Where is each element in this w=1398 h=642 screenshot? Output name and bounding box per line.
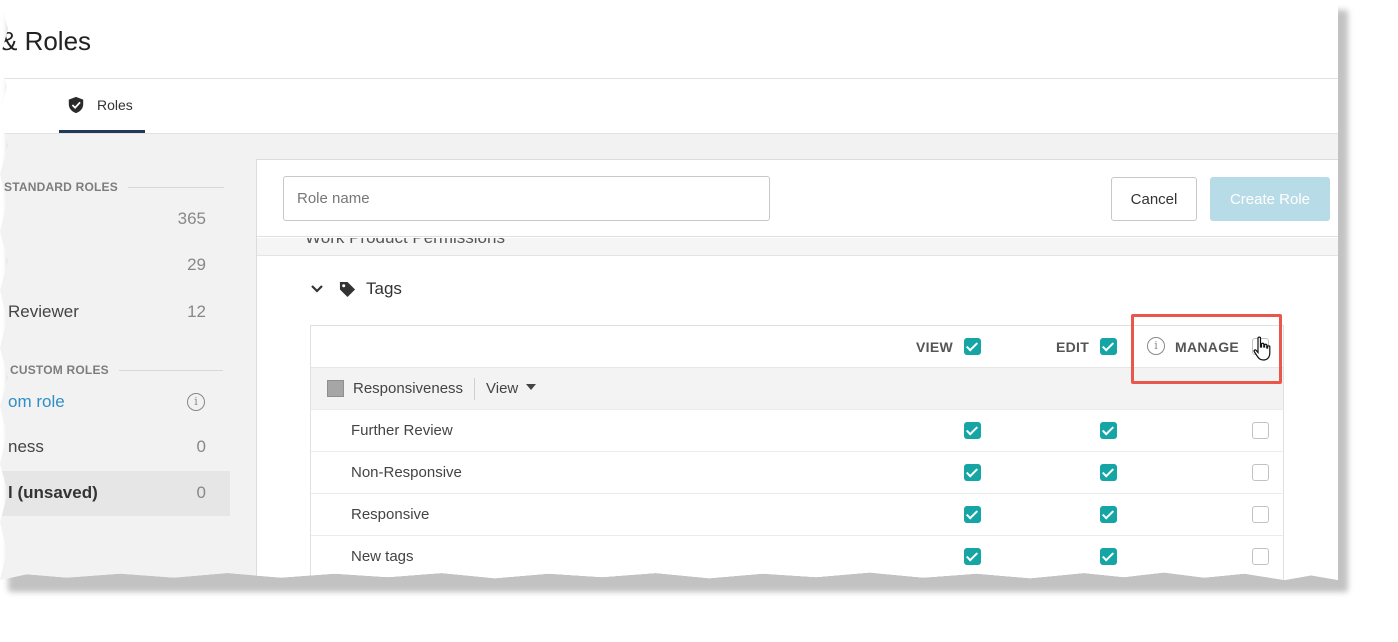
tag-name: Non-Responsive bbox=[351, 464, 462, 481]
role-label: ness bbox=[8, 437, 44, 456]
edit-checkbox[interactable] bbox=[1100, 422, 1117, 439]
role-label[interactable]: om role bbox=[8, 392, 65, 412]
tag-name: New tags bbox=[351, 548, 414, 565]
role-form-bar: Cancel Create Role bbox=[257, 160, 1338, 237]
info-icon[interactable]: i bbox=[187, 393, 205, 411]
edit-checkbox[interactable] bbox=[1100, 506, 1117, 523]
role-count: 29 bbox=[187, 255, 206, 274]
divider bbox=[474, 378, 475, 400]
create-role-button[interactable]: Create Role bbox=[1210, 177, 1330, 221]
hand-cursor-icon bbox=[1253, 336, 1271, 361]
manage-checkbox[interactable] bbox=[1252, 464, 1269, 481]
heading-rule bbox=[127, 186, 224, 188]
group-checkbox[interactable] bbox=[327, 380, 344, 397]
edit-checkbox[interactable] bbox=[1100, 464, 1117, 481]
tag-icon bbox=[339, 281, 356, 297]
view-checkbox[interactable] bbox=[964, 464, 981, 481]
tags-section-toggle[interactable]: Tags bbox=[309, 279, 402, 299]
sidebar-role-item[interactable]: 365 bbox=[0, 197, 230, 242]
tag-row: Further Review bbox=[311, 409, 1283, 451]
cancel-button[interactable]: Cancel bbox=[1111, 177, 1197, 221]
tags-section-title: Tags bbox=[366, 279, 402, 298]
role-name-input[interactable] bbox=[283, 176, 770, 221]
view-checkbox[interactable] bbox=[964, 422, 981, 439]
tag-row: Responsive bbox=[311, 493, 1283, 535]
sidebar-role-item[interactable]: Reviewer 12 bbox=[0, 290, 230, 335]
role-label: Reviewer bbox=[8, 302, 79, 321]
sidebar-custom-role-link[interactable]: om role i bbox=[0, 380, 230, 425]
edit-checkbox[interactable] bbox=[1100, 548, 1117, 565]
tab-bar: Roles bbox=[0, 79, 1338, 133]
role-count: 0 bbox=[196, 483, 206, 502]
sidebar-role-item[interactable]: 29 bbox=[0, 243, 230, 288]
manage-checkbox[interactable] bbox=[1252, 506, 1269, 523]
role-count: 0 bbox=[196, 437, 206, 456]
shield-check-icon bbox=[68, 96, 84, 113]
tab-roles-label: Roles bbox=[97, 96, 133, 113]
group-name: Responsiveness bbox=[353, 380, 464, 397]
chevron-down-icon bbox=[311, 285, 323, 293]
section-heading-peek: Work Product Permissions bbox=[257, 238, 1338, 256]
tag-name: Further Review bbox=[351, 422, 453, 439]
role-label: l (unsaved) bbox=[8, 483, 98, 502]
edit-column-label: EDIT bbox=[1056, 339, 1090, 355]
caret-down-icon bbox=[526, 384, 537, 390]
page-title: & Roles bbox=[0, 26, 92, 56]
role-count: 12 bbox=[187, 302, 206, 321]
view-checkbox[interactable] bbox=[964, 548, 981, 565]
group-permission-dropdown[interactable]: View bbox=[486, 380, 537, 397]
custom-roles-heading: CUSTOM ROLES bbox=[10, 363, 223, 377]
standard-roles-heading: STANDARD ROLES bbox=[4, 180, 224, 194]
tag-row: New tags bbox=[311, 535, 1283, 577]
heading-rule bbox=[118, 369, 223, 371]
role-count: 365 bbox=[177, 209, 206, 228]
sidebar-role-item[interactable]: ness 0 bbox=[0, 425, 230, 470]
manage-checkbox[interactable] bbox=[1252, 422, 1269, 439]
tag-name: Responsive bbox=[351, 506, 430, 523]
tab-roles[interactable]: Roles bbox=[59, 79, 145, 133]
sidebar-role-item-selected[interactable]: l (unsaved) 0 bbox=[0, 471, 230, 516]
tag-row: Non-Responsive bbox=[311, 451, 1283, 493]
view-column-label: VIEW bbox=[916, 339, 953, 355]
view-checkbox[interactable] bbox=[964, 506, 981, 523]
manage-checkbox[interactable] bbox=[1252, 548, 1269, 565]
edit-all-checkbox[interactable] bbox=[1100, 338, 1117, 355]
view-all-checkbox[interactable] bbox=[964, 338, 981, 355]
app-window: & Roles Roles STANDARD ROLES 365 29 Revi… bbox=[0, 0, 1338, 580]
